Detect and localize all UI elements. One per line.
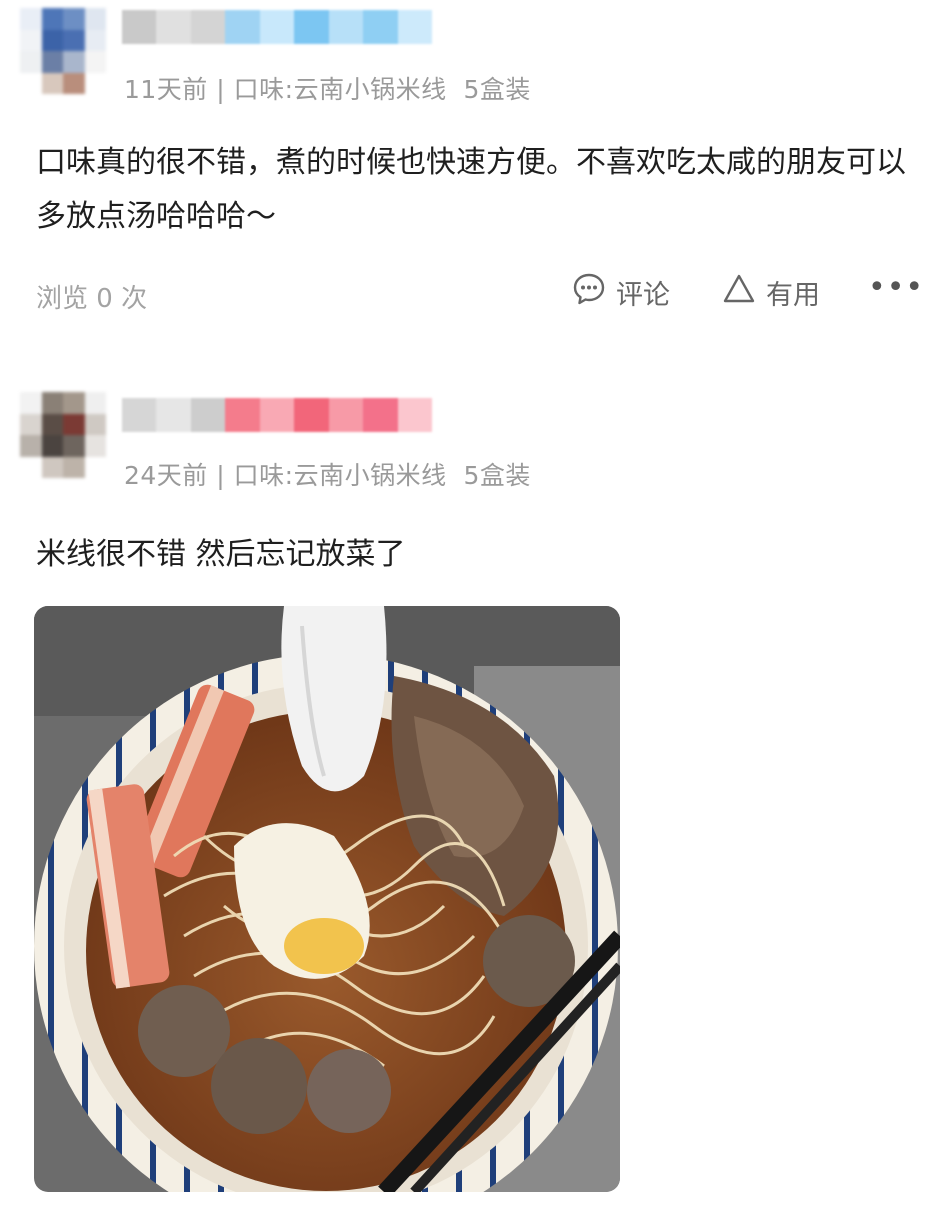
useful-label: 有用 [766,280,820,311]
review-flavor: 口味:云南小锅米线 [233,75,447,104]
review-package: 5盒装 [463,461,531,490]
view-count: 浏览 0 次 [36,284,148,314]
useful-button[interactable]: 有用 [722,272,820,313]
review-content: 米线很不错 然后忘记放菜了 [36,537,406,572]
username-blurred[interactable] [122,10,432,44]
review-meta: 24天前 | 口味:云南小锅米线 5盒装 [124,456,531,492]
review-time: 24天前 [124,461,208,490]
meta-separator: | [216,461,226,490]
meta-separator: | [216,75,226,104]
thumb-useful-icon [722,272,756,313]
review-content: 口味真的很不错，煮的时候也快速方便。不喜欢吃太咸的朋友可以多放点汤哈哈哈～ [36,145,906,234]
review-flavor: 口味:云南小锅米线 [233,461,447,490]
avatar[interactable] [20,392,106,478]
comment-button[interactable]: 评论 [572,272,670,313]
review-footer: 浏览 0 次 评论 有用 ••• [36,270,923,314]
comment-icon [572,272,606,313]
review-package: 5盒装 [463,75,531,104]
review-time: 11天前 [124,75,208,104]
review-photo[interactable] [34,606,620,1192]
username-blurred[interactable] [122,398,432,432]
comment-label: 评论 [616,280,670,311]
review-meta: 11天前 | 口味:云南小锅米线 5盒装 [124,70,531,106]
avatar[interactable] [20,8,106,94]
more-icon[interactable]: ••• [868,270,924,305]
